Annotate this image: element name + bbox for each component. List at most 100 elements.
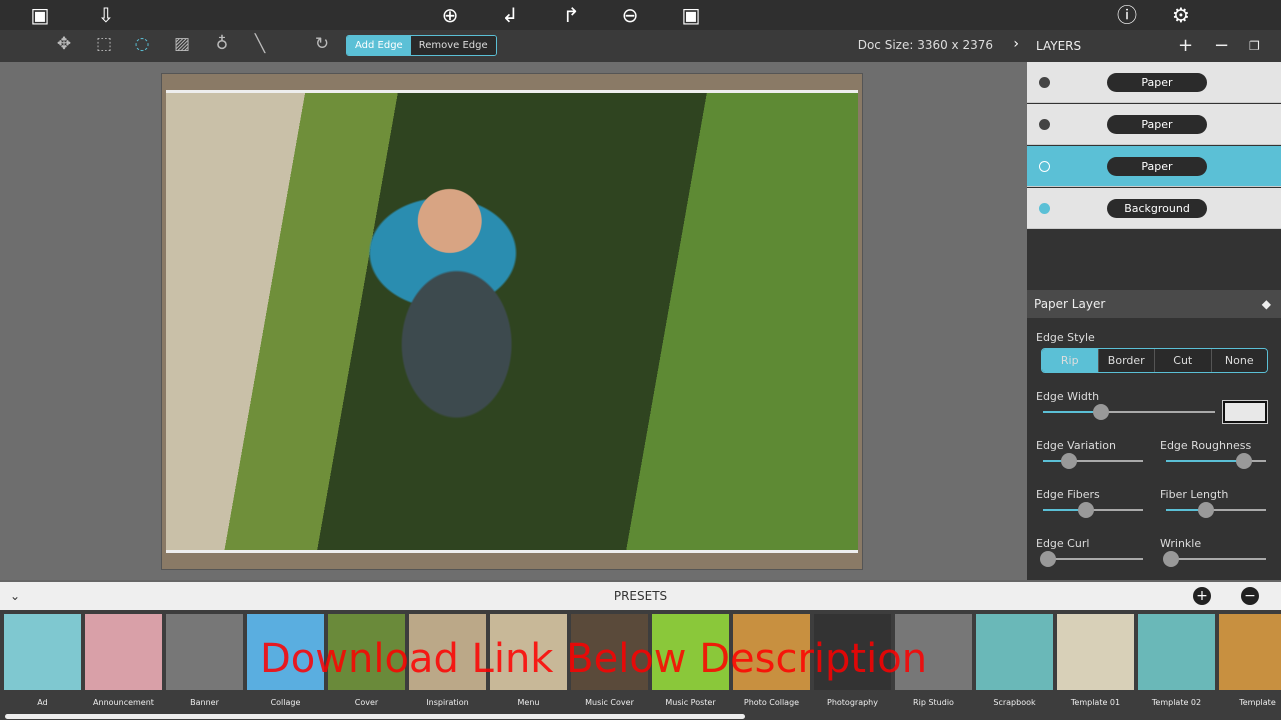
rect-select-icon[interactable]: ⬚ bbox=[92, 34, 116, 54]
layer-name: Background bbox=[1107, 199, 1207, 218]
wrinkle-label: Wrinkle bbox=[1160, 537, 1202, 550]
slider-fill bbox=[1166, 460, 1244, 462]
preset-thumb[interactable] bbox=[166, 614, 243, 690]
layers-title: LAYERS bbox=[1036, 39, 1082, 53]
edge-variation-slider[interactable] bbox=[1043, 453, 1143, 469]
lasso-icon[interactable]: ◌ bbox=[130, 34, 154, 54]
zoom-in-icon[interactable]: ⊕ bbox=[435, 0, 465, 30]
edge-mode-toggle: Add Edge Remove Edge bbox=[346, 35, 497, 56]
preset-label: Cover bbox=[354, 698, 379, 707]
layer-row-selected[interactable]: Paper bbox=[1027, 146, 1281, 187]
wrinkle-slider[interactable] bbox=[1163, 551, 1266, 567]
fiber-length-slider[interactable] bbox=[1166, 502, 1266, 518]
edge-style-label: Edge Style bbox=[1036, 331, 1095, 344]
top-bar: ▣ ⇩ ⊕ ↲ ↱ ⊖ ▣ ⓘ ⚙ bbox=[0, 0, 1281, 30]
portrait-icon[interactable]: ▨ bbox=[170, 34, 194, 54]
edge-color-swatch[interactable] bbox=[1222, 400, 1268, 424]
slider-knob[interactable] bbox=[1078, 502, 1094, 518]
preset-thumb[interactable] bbox=[1138, 614, 1215, 690]
layer-row[interactable]: Paper bbox=[1027, 62, 1281, 103]
add-layer-icon[interactable]: + bbox=[1178, 30, 1193, 62]
hiker-photo bbox=[166, 90, 858, 553]
fiber-length-label: Fiber Length bbox=[1160, 488, 1229, 501]
visibility-dot-icon[interactable] bbox=[1039, 161, 1050, 172]
redo-icon[interactable]: ↱ bbox=[556, 0, 586, 30]
slider-knob[interactable] bbox=[1061, 453, 1077, 469]
preset-label: Inspiration bbox=[426, 698, 469, 707]
visibility-dot-icon[interactable] bbox=[1039, 203, 1050, 214]
preset-thumb[interactable] bbox=[1057, 614, 1134, 690]
layer-row[interactable]: Paper bbox=[1027, 104, 1281, 145]
remove-preset-icon[interactable]: − bbox=[1241, 587, 1259, 605]
paper-layer-header: Paper Layer ◆ bbox=[1027, 290, 1281, 318]
collapse-chevron-icon[interactable]: ⌄ bbox=[10, 582, 20, 610]
move-tool-icon[interactable]: ✥ bbox=[52, 34, 76, 54]
slider-knob[interactable] bbox=[1198, 502, 1214, 518]
panel-title: Paper Layer bbox=[1034, 297, 1106, 311]
fit-icon[interactable]: ▣ bbox=[676, 0, 706, 30]
edge-style-border[interactable]: Border bbox=[1098, 349, 1155, 372]
presets-header: ⌄ PRESETS + − bbox=[0, 582, 1281, 610]
preset-label: Ad bbox=[37, 698, 48, 707]
slider-knob[interactable] bbox=[1093, 404, 1110, 420]
edge-fibers-label: Edge Fibers bbox=[1036, 488, 1100, 501]
remove-layer-icon[interactable]: − bbox=[1214, 30, 1229, 62]
add-preset-icon[interactable]: + bbox=[1193, 587, 1211, 605]
preset-label: Menu bbox=[517, 698, 540, 707]
edge-curl-label: Edge Curl bbox=[1036, 537, 1090, 550]
edge-width-slider[interactable] bbox=[1043, 404, 1215, 420]
open-image-icon[interactable]: ▣ bbox=[25, 0, 55, 30]
preset-thumb[interactable] bbox=[976, 614, 1053, 690]
preset-label: Music Cover bbox=[585, 698, 634, 707]
remove-edge-button[interactable]: Remove Edge bbox=[410, 36, 496, 55]
preset-label: Photo Collage bbox=[743, 698, 800, 707]
preset-label: Announcement bbox=[93, 698, 154, 707]
preset-label: Music Poster bbox=[665, 698, 716, 707]
preset-label: Collage bbox=[270, 698, 301, 707]
presets-title: PRESETS bbox=[613, 589, 668, 603]
toolbar: ✥ ⬚ ◌ ▨ ♁ ╲ ↻ Add Edge Remove Edge Doc S… bbox=[0, 30, 1027, 62]
edge-style-none[interactable]: None bbox=[1211, 349, 1267, 372]
slider-knob[interactable] bbox=[1040, 551, 1056, 567]
edge-curl-slider[interactable] bbox=[1040, 551, 1143, 567]
preset-label: Photography bbox=[827, 698, 878, 707]
preset-thumb[interactable] bbox=[85, 614, 162, 690]
dice-icon[interactable]: ◆ bbox=[1262, 290, 1271, 318]
zoom-out-icon[interactable]: ⊖ bbox=[615, 0, 645, 30]
presets-scrollbar[interactable] bbox=[5, 714, 745, 719]
layer-name: Paper bbox=[1107, 115, 1207, 134]
edge-style-selector: Rip Border Cut None bbox=[1041, 348, 1268, 373]
preset-thumb[interactable] bbox=[4, 614, 81, 690]
refresh-icon[interactable]: ↻ bbox=[310, 34, 334, 54]
undo-icon[interactable]: ↲ bbox=[495, 0, 525, 30]
preset-label: Banner bbox=[190, 698, 219, 707]
preset-label: Template bbox=[1239, 698, 1276, 707]
add-edge-button[interactable]: Add Edge bbox=[347, 36, 411, 55]
edge-style-rip[interactable]: Rip bbox=[1042, 349, 1099, 372]
visibility-dot-icon[interactable] bbox=[1039, 119, 1050, 130]
preset-label: Rip Studio bbox=[913, 698, 954, 707]
photo-canvas[interactable] bbox=[161, 73, 863, 570]
edge-style-cut[interactable]: Cut bbox=[1155, 349, 1212, 372]
edge-width-label: Edge Width bbox=[1036, 390, 1100, 403]
watermark-text: Download Link Below Description bbox=[260, 636, 928, 682]
line-icon[interactable]: ╲ bbox=[248, 34, 272, 54]
info-icon[interactable]: ⓘ bbox=[1112, 0, 1142, 30]
settings-icon[interactable]: ⚙ bbox=[1166, 0, 1196, 30]
edge-roughness-slider[interactable] bbox=[1166, 453, 1266, 469]
duplicate-layer-icon[interactable]: ❐ bbox=[1249, 30, 1260, 62]
slider-knob[interactable] bbox=[1236, 453, 1252, 469]
chevron-right-icon[interactable]: › bbox=[1013, 36, 1019, 52]
visibility-dot-icon[interactable] bbox=[1039, 77, 1050, 88]
layer-name: Paper bbox=[1107, 73, 1207, 92]
preset-label: Template 01 bbox=[1070, 698, 1121, 707]
bulb-icon[interactable]: ♁ bbox=[210, 34, 234, 54]
slider-knob[interactable] bbox=[1163, 551, 1179, 567]
layer-row[interactable]: Background bbox=[1027, 188, 1281, 229]
preset-thumb[interactable] bbox=[1219, 614, 1281, 690]
preset-label: Scrapbook bbox=[993, 698, 1036, 707]
layer-name: Paper bbox=[1107, 157, 1207, 176]
save-icon[interactable]: ⇩ bbox=[91, 0, 121, 30]
layers-header: LAYERS + − ❐ bbox=[1027, 30, 1281, 62]
edge-fibers-slider[interactable] bbox=[1043, 502, 1143, 518]
